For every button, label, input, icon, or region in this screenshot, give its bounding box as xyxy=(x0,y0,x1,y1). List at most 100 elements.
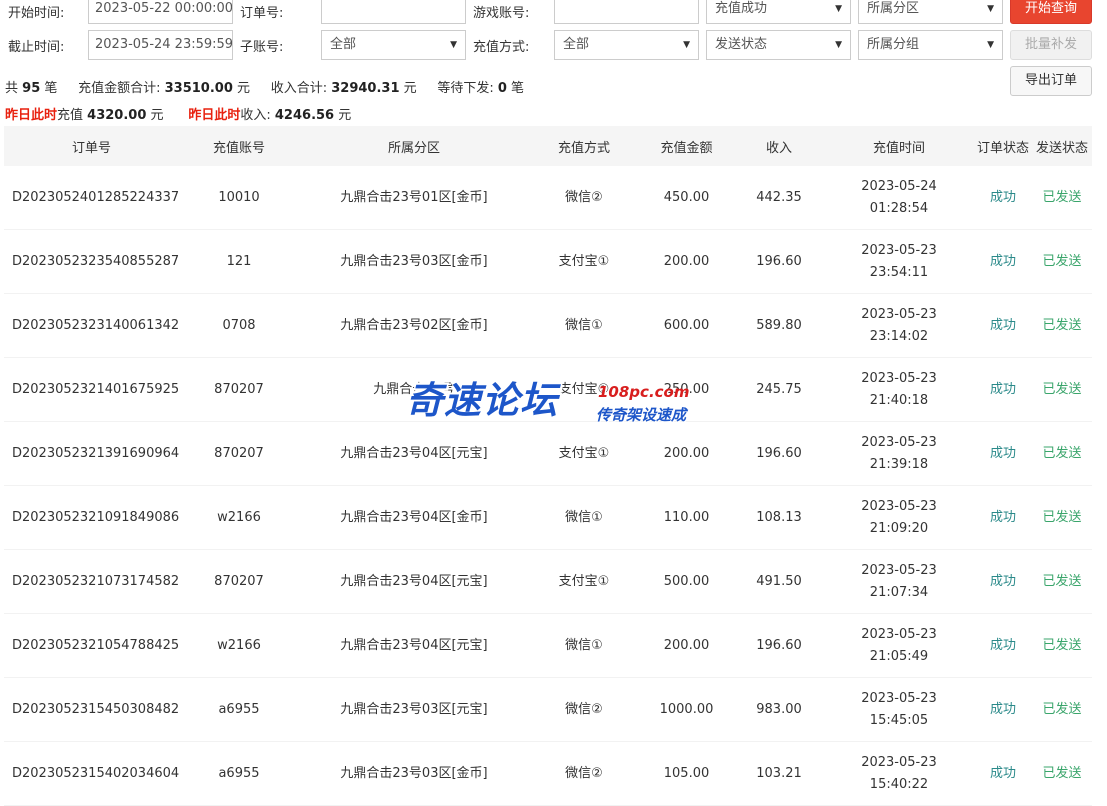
send-status-select[interactable]: 发送状态 ▼ xyxy=(706,30,851,60)
query-button[interactable]: 开始查询 xyxy=(1010,0,1092,24)
column-header[interactable]: 充值方式 xyxy=(529,126,639,166)
sub-account-label: 子账号: xyxy=(240,40,284,55)
amount-cell: 600.00 xyxy=(663,317,710,333)
batch-resend-button[interactable]: 批量补发 xyxy=(1010,30,1092,60)
income-cell: 983.00 xyxy=(756,701,802,717)
zone-cell: 九鼎合击23号01区[金币] xyxy=(340,189,488,205)
game-account-input[interactable] xyxy=(554,0,699,24)
send-status-link[interactable]: 已发送 xyxy=(1032,614,1092,678)
zone-cell: 九鼎合击23号03区[元宝] xyxy=(340,701,488,717)
pay-method-value: 全部 xyxy=(563,37,590,52)
column-header[interactable]: 充值账号 xyxy=(179,126,299,166)
column-header[interactable]: 订单状态 xyxy=(974,126,1032,166)
order-status-link[interactable]: 成功 xyxy=(974,422,1032,486)
recharge-date: 2023-05-23 xyxy=(861,690,937,706)
table-row[interactable]: D2023052323140061342 0708 九鼎合击23号02区[金币] 微信… xyxy=(4,294,1092,358)
zone-cell: 九鼎合击23号03区[金币] xyxy=(340,765,488,781)
table-row[interactable]: D2023052321073174582 870207 九鼎合击23号04区[元宝]… xyxy=(4,550,1092,614)
table-row[interactable]: D2023052321091849086 w2166 九鼎合击23号04区[金币] 微… xyxy=(4,486,1092,550)
send-status-link[interactable]: 已发送 xyxy=(1032,166,1092,230)
table-row[interactable]: D2023052401285224337 10010 九鼎合击23号01区[金币] 微… xyxy=(4,166,1092,230)
pay-method-cell: 微信② xyxy=(565,701,603,717)
group-select[interactable]: 所属分组 ▼ xyxy=(858,30,1003,60)
pay-method-cell: 支付宝① xyxy=(558,445,610,461)
chevron-down-icon: ▼ xyxy=(450,40,457,50)
amount-cell: 200.00 xyxy=(663,637,710,653)
order-status-link[interactable]: 成功 xyxy=(974,230,1032,294)
send-status-link[interactable]: 已发送 xyxy=(1032,678,1092,742)
zone-cell: 九鼎合击23号03区[金币] xyxy=(340,253,488,269)
chevron-down-icon: ▼ xyxy=(683,40,690,50)
send-status-link[interactable]: 已发送 xyxy=(1032,422,1092,486)
amount-cell: 450.00 xyxy=(663,189,710,205)
recharge-date: 2023-05-23 xyxy=(861,562,937,578)
watermark-logo: 奇速论坛 xyxy=(406,379,558,422)
partition-select[interactable]: 所属分区 ▼ xyxy=(858,0,1003,24)
send-status-link[interactable]: 已发送 xyxy=(1032,550,1092,614)
send-status-link[interactable]: 已发送 xyxy=(1032,294,1092,358)
order-status-link[interactable]: 成功 xyxy=(974,678,1032,742)
start-time-label: 开始时间: xyxy=(8,6,65,21)
watermark-subtitle: 传奇架设速成 xyxy=(596,406,687,424)
recharge-date: 2023-05-23 xyxy=(861,626,937,642)
table-row[interactable]: D2023052321054788425 w2166 九鼎合击23号04区[元宝] 微… xyxy=(4,614,1092,678)
table-row[interactable]: D2023052315402034604 a6955 九鼎合击23号03区[金币] 微… xyxy=(4,742,1092,806)
amount-cell: 200.00 xyxy=(663,445,710,461)
amount-label: 充值金额合计: xyxy=(78,81,161,96)
export-orders-button[interactable]: 导出订单 xyxy=(1010,66,1092,96)
order-status-link[interactable]: 成功 xyxy=(974,166,1032,230)
group-value: 所属分组 xyxy=(867,37,920,52)
send-status-link[interactable]: 已发送 xyxy=(1032,742,1092,806)
column-header[interactable]: 所属分区 xyxy=(299,126,529,166)
pending-count: 0 xyxy=(497,81,507,96)
recharge-time-cell: 2023-05-23 21:09:20 xyxy=(824,486,974,550)
order-no-input[interactable] xyxy=(321,0,466,24)
recharge-status-select[interactable]: 充值成功 ▼ xyxy=(706,0,851,24)
end-time-label: 截止时间: xyxy=(8,40,65,55)
recharge-time-cell: 2023-05-23 23:54:11 xyxy=(824,230,974,294)
order-status-link[interactable]: 成功 xyxy=(974,294,1032,358)
recharge-time-cell: 2023-05-23 15:40:22 xyxy=(824,742,974,806)
sub-account-value: 全部 xyxy=(330,37,357,52)
recharge-clock: 23:14:02 xyxy=(869,328,929,344)
sub-account-select[interactable]: 全部 ▼ xyxy=(321,30,466,60)
recharge-clock: 23:54:11 xyxy=(869,264,929,280)
order-status-link[interactable]: 成功 xyxy=(974,358,1032,422)
pending-unit: 笔 xyxy=(511,81,525,96)
column-header[interactable]: 充值金额 xyxy=(639,126,734,166)
table-row[interactable]: D2023052315450308482 a6955 九鼎合击23号03区[元宝] 微… xyxy=(4,678,1092,742)
account-cell: w2166 xyxy=(217,637,261,653)
pay-method-cell: 微信② xyxy=(565,189,603,205)
send-status-link[interactable]: 已发送 xyxy=(1032,486,1092,550)
send-status-link[interactable]: 已发送 xyxy=(1032,358,1092,422)
column-header[interactable]: 充值时间 xyxy=(824,126,974,166)
pay-method-cell: 支付宝① xyxy=(558,573,610,589)
recharge-date: 2023-05-23 xyxy=(861,242,937,258)
send-status-link[interactable]: 已发送 xyxy=(1032,230,1092,294)
pending-label: 等待下发: xyxy=(437,81,494,96)
chevron-down-icon: ▼ xyxy=(835,4,842,14)
order-status-link[interactable]: 成功 xyxy=(974,486,1032,550)
order-status-link[interactable]: 成功 xyxy=(974,614,1032,678)
income-cell: 108.13 xyxy=(756,509,802,525)
order-number-cell: D2023052401285224337 xyxy=(12,189,180,205)
recharge-date: 2023-05-23 xyxy=(861,498,937,514)
recharge-clock: 15:40:22 xyxy=(869,776,929,792)
column-header[interactable]: 发送状态 xyxy=(1032,126,1092,166)
pay-method-cell: 微信① xyxy=(565,509,603,525)
order-status-link[interactable]: 成功 xyxy=(974,742,1032,806)
pay-method-cell: 微信② xyxy=(565,765,603,781)
account-cell: 121 xyxy=(226,253,252,269)
table-row[interactable]: D2023052321391690964 870207 九鼎合击23号04区[元宝]… xyxy=(4,422,1092,486)
game-account-label: 游戏账号: xyxy=(473,6,530,21)
end-time-input[interactable]: 2023-05-24 23:59:59 xyxy=(88,30,233,60)
table-row[interactable]: D2023052323540855287 121 九鼎合击23号03区[金币] 支付宝… xyxy=(4,230,1092,294)
column-header[interactable]: 收入 xyxy=(734,126,824,166)
summary-line: 共 95 笔 充值金额合计: 33510.00 元 收入合计: 32940.31… xyxy=(5,77,524,96)
total-suffix: 笔 xyxy=(44,81,58,96)
column-header[interactable]: 订单号 xyxy=(4,126,179,166)
pay-method-select[interactable]: 全部 ▼ xyxy=(554,30,699,60)
start-time-input[interactable]: 2023-05-22 00:00:00 xyxy=(88,0,233,24)
order-status-link[interactable]: 成功 xyxy=(974,550,1032,614)
recharge-status-value: 充值成功 xyxy=(715,1,768,16)
